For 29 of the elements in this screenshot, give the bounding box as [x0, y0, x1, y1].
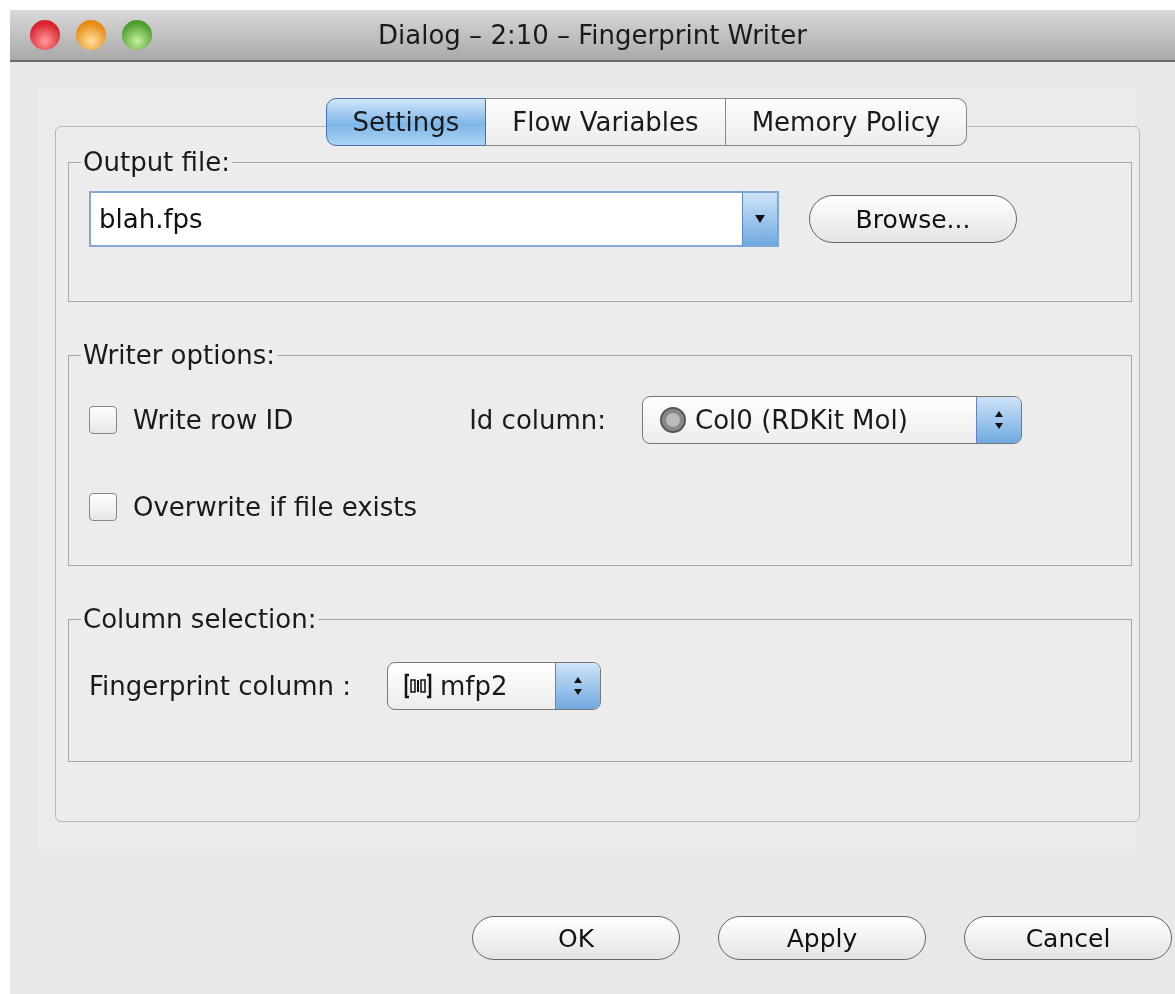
tab[interactable]: Settings — [325, 98, 487, 146]
checkbox[interactable] — [89, 493, 117, 521]
id-column-label: Id column: — [469, 405, 607, 435]
caret-icon — [754, 214, 766, 224]
tab[interactable]: Memory Policy — [725, 98, 968, 146]
dropdown-button[interactable] — [742, 191, 779, 247]
id-column-select[interactable]: Col0 (RDKit Mol) — [642, 396, 1023, 444]
close-button[interactable] — [30, 20, 60, 50]
fingerprint-column-select[interactable]: mfp2 — [387, 662, 602, 710]
dialog-button[interactable]: OK — [472, 916, 680, 960]
dialog-button[interactable]: Apply — [718, 916, 926, 960]
stepper-arrows-icon — [555, 663, 601, 709]
group-legend: Output file: — [81, 147, 232, 177]
window-title: Dialog – 2:10 – Fingerprint Writer — [377, 20, 808, 50]
group-legend: Column selection: — [81, 604, 319, 634]
zoom-button[interactable] — [122, 20, 152, 50]
molecule-badge-icon — [659, 406, 688, 434]
tab[interactable]: Flow Variables — [486, 98, 726, 146]
stepper-arrows-icon — [976, 397, 1022, 443]
browse-button[interactable]: Browse... — [809, 195, 1017, 243]
fingerprint-column-label: Fingerprint column : — [89, 671, 352, 701]
minimize-button[interactable] — [76, 20, 106, 50]
checkbox-label: Overwrite if file exists — [133, 492, 418, 522]
bit-vector-icon — [404, 673, 433, 699]
checkbox-label: Write row ID — [133, 405, 294, 435]
group-legend: Writer options: — [81, 340, 278, 370]
dialog-button[interactable]: Cancel — [964, 916, 1172, 960]
checkbox[interactable] — [89, 406, 117, 434]
file-path-field[interactable]: blah.fps — [89, 191, 742, 247]
